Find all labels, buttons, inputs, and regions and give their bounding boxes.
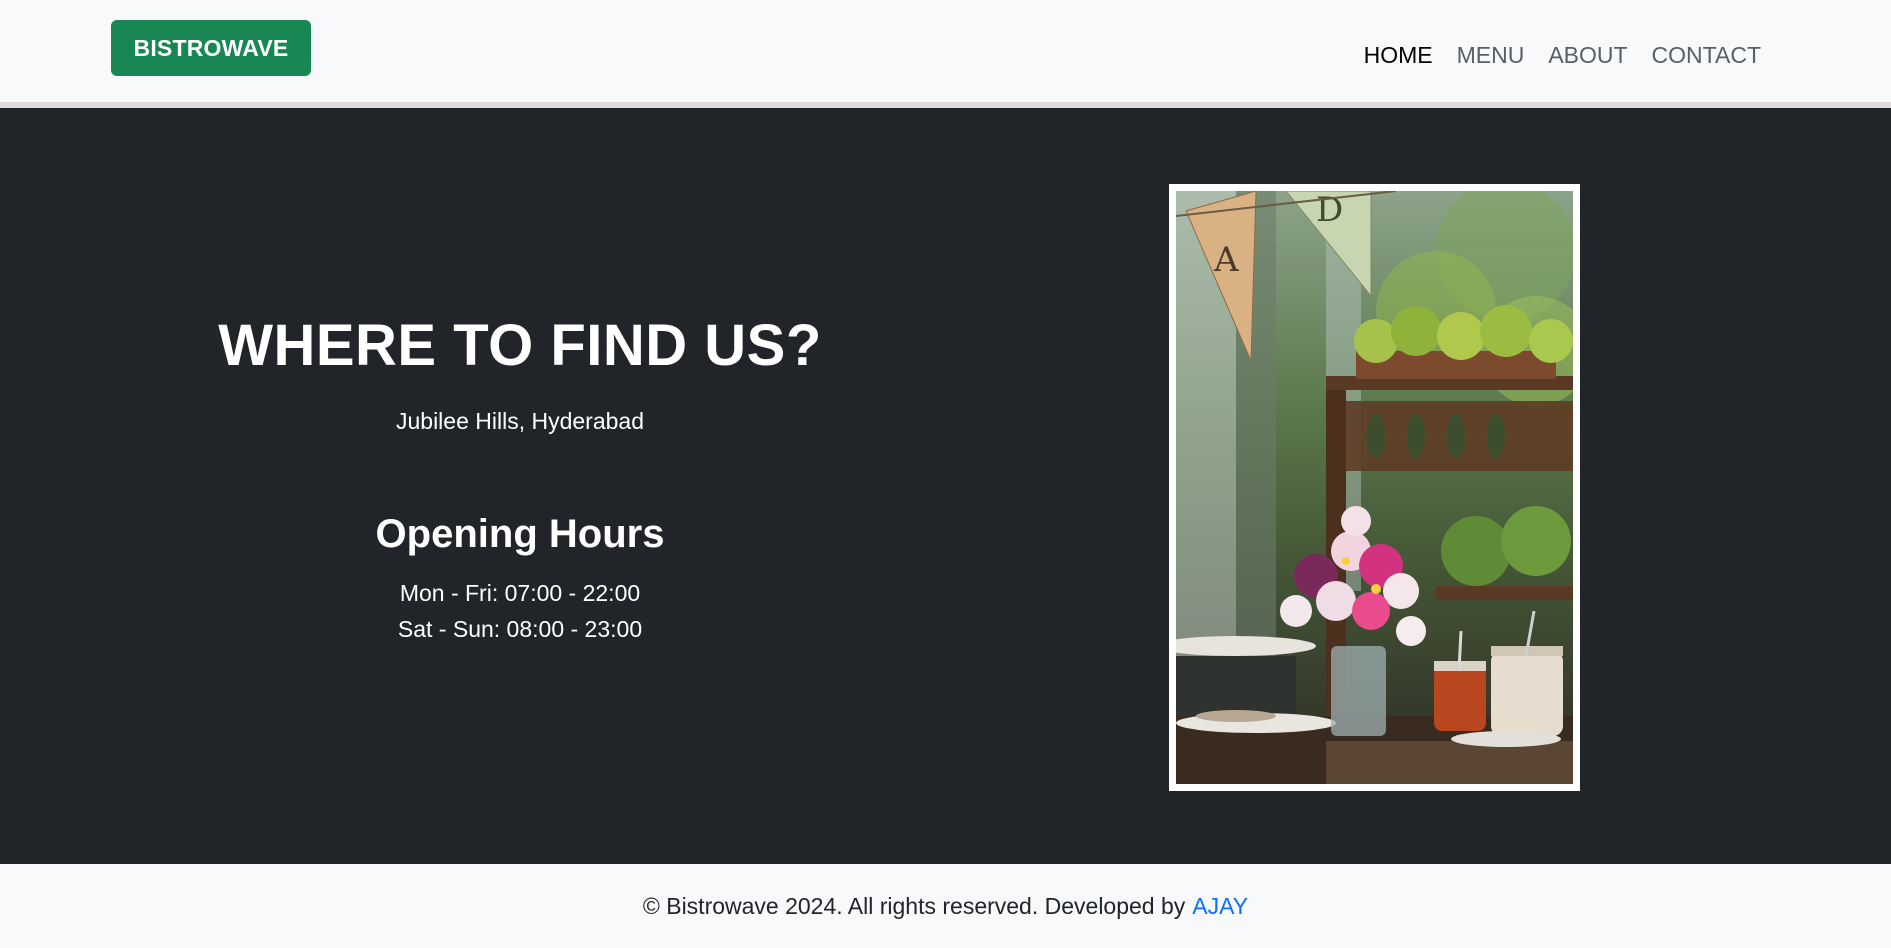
restaurant-photo: A D <box>1176 191 1573 784</box>
bunting-flag-a: A <box>1213 240 1239 280</box>
page-title: WHERE TO FIND US? <box>218 313 822 378</box>
restaurant-photo-frame: A D <box>1169 184 1580 791</box>
brand-logo-button[interactable]: BISTROWAVE <box>111 20 311 76</box>
hours-weekend: Sat - Sun: 08:00 - 23:00 <box>397 616 643 642</box>
footer-author-link[interactable]: AJAY <box>1192 893 1248 920</box>
nav-link-home[interactable]: HOME <box>1352 38 1445 72</box>
navbar: BISTROWAVE HOME MENU ABOUT CONTACT <box>0 0 1891 108</box>
footer: © Bistrowave 2024. All rights reserved. … <box>0 864 1891 948</box>
address-text: Jubilee Hills, Hyderabad <box>395 408 644 434</box>
nav-link-menu[interactable]: MENU <box>1445 38 1537 72</box>
footer-copyright: © Bistrowave 2024. All rights reserved. … <box>642 892 1186 919</box>
nav-link-about[interactable]: ABOUT <box>1536 38 1639 72</box>
hours-weekdays: Mon - Fri: 07:00 - 22:00 <box>399 580 641 606</box>
nav-links: HOME MENU ABOUT CONTACT <box>1352 38 1773 72</box>
location-section: WHERE TO FIND US? Jubilee Hills, Hyderab… <box>0 114 1891 864</box>
restaurant-photo-illustration: A D <box>1176 191 1573 784</box>
nav-link-contact[interactable]: CONTACT <box>1640 38 1773 72</box>
opening-hours-heading: Opening Hours <box>375 512 665 556</box>
